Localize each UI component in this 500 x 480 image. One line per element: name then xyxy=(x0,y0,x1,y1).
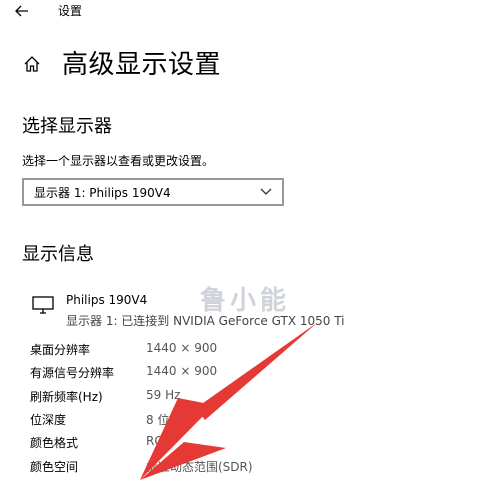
monitor-icon xyxy=(32,296,54,314)
chevron-down-icon xyxy=(260,188,272,195)
select-display-description: 选择一个显示器以查看或更改设置。 xyxy=(22,154,215,168)
info-label: 位深度 xyxy=(30,413,67,427)
back-arrow-icon xyxy=(15,5,28,17)
info-value: 1440 × 900 xyxy=(146,364,218,378)
info-row: 颜色空间 标准动态范围(SDR) xyxy=(30,458,330,478)
info-row: 有源信号分辨率 1440 × 900 xyxy=(30,364,330,384)
info-row: 刷新频率(Hz) 59 Hz xyxy=(30,388,330,408)
home-button[interactable] xyxy=(18,50,46,78)
info-row: 桌面分辨率 1440 × 900 xyxy=(30,341,330,361)
info-value: 8 位 xyxy=(146,413,170,427)
info-value: RGB xyxy=(146,434,172,448)
info-label: 颜色格式 xyxy=(30,436,79,450)
info-value: 59 Hz xyxy=(146,388,181,402)
watermark: 鲁小能 xyxy=(200,286,291,316)
info-label: 桌面分辨率 xyxy=(30,343,91,357)
info-value: 1440 × 900 xyxy=(146,341,218,355)
select-display-heading: 选择显示器 xyxy=(22,116,112,137)
info-row: 位深度 8 位 xyxy=(30,411,330,431)
info-label: 有源信号分辨率 xyxy=(30,366,115,380)
display-select-value: 显示器 1: Philips 190V4 xyxy=(34,185,171,200)
monitor-name: Philips 190V4 xyxy=(66,293,148,307)
info-row: 颜色格式 RGB xyxy=(30,434,330,454)
info-value: 标准动态范围(SDR) xyxy=(146,460,253,474)
page-title: 高级显示设置 xyxy=(62,50,222,80)
app-title: 设置 xyxy=(58,4,83,18)
home-icon xyxy=(24,56,40,72)
back-button[interactable] xyxy=(8,0,36,22)
display-info-heading: 显示信息 xyxy=(22,244,94,265)
display-select-dropdown[interactable]: 显示器 1: Philips 190V4 xyxy=(22,178,284,206)
info-label: 刷新频率(Hz) xyxy=(30,390,103,404)
info-label: 颜色空间 xyxy=(30,460,79,474)
